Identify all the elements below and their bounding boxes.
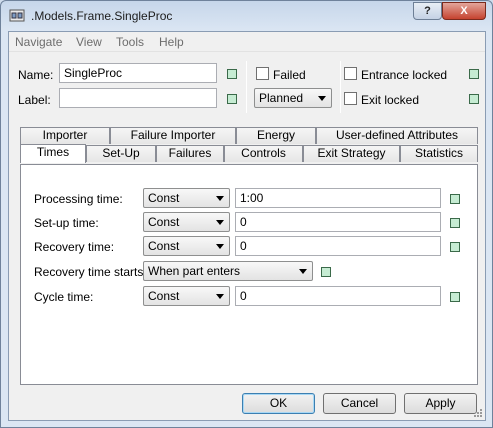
setup-time-label: Set-up time: [34,216,99,230]
dialog-client: Navigate View Tools Help Name: SinglePro… [8,31,486,421]
chevron-down-icon [216,220,224,225]
status-value: Planned [259,91,304,105]
tab-user-defined-attributes[interactable]: User-defined Attributes [316,127,478,144]
recovery-time-type: Const [148,239,180,253]
tab-energy[interactable]: Energy [236,127,316,144]
recovery-time-starts-value: When part enters [148,264,241,278]
label-field[interactable] [59,88,217,108]
menu-bar: Navigate View Tools Help [9,32,485,52]
cycle-time-label: Cycle time: [34,290,94,304]
failed-checkbox[interactable] [256,67,269,80]
processing-time-label: Processing time: [34,192,123,206]
label-inherit-indicator[interactable] [227,94,237,104]
tab-importer[interactable]: Importer [20,127,110,144]
ok-button[interactable]: OK [242,393,315,414]
exit-locked-label: Exit locked [361,93,420,107]
processing-time-indicator[interactable] [450,194,460,204]
processing-time-field[interactable]: 1:00 [235,188,441,208]
processing-time-type-select[interactable]: Const [143,188,230,208]
cycle-time-indicator[interactable] [450,292,460,302]
setup-time-type-select[interactable]: Const [143,212,230,232]
cycle-time-type: Const [148,289,180,303]
times-panel: Processing time: Const 1:00 Set-up time:… [20,164,478,385]
menu-view[interactable]: View [76,35,102,49]
tab-statistics[interactable]: Statistics [400,145,478,162]
label-label: Label: [18,93,51,107]
title-bar: .Models.Frame.SingleProc ? X [1,1,492,31]
recovery-time-indicator[interactable] [450,242,460,252]
setup-time-type: Const [148,215,180,229]
apply-button[interactable]: Apply [404,393,477,414]
recovery-time-type-select[interactable]: Const [143,236,230,256]
menu-navigate[interactable]: Navigate [15,35,62,49]
tab-failure-importer[interactable]: Failure Importer [110,127,236,144]
chevron-down-icon [216,294,224,299]
entrance-locked-checkbox[interactable] [344,67,357,80]
help-button[interactable]: ? [413,2,442,20]
failed-label: Failed [273,68,306,82]
cycle-time-type-select[interactable]: Const [143,286,230,306]
resize-grip-icon[interactable] [473,408,483,418]
dialog-window: .Models.Frame.SingleProc ? X Navigate Vi… [0,0,493,428]
chevron-down-icon [299,269,307,274]
tab-exit-strategy[interactable]: Exit Strategy [303,145,400,162]
status-select[interactable]: Planned [254,88,332,108]
setup-time-indicator[interactable] [450,218,460,228]
exit-locked-indicator[interactable] [469,94,479,104]
cycle-time-field[interactable]: 0 [235,286,441,306]
tab-controls[interactable]: Controls [224,145,303,162]
recovery-time-field[interactable]: 0 [235,236,441,256]
setup-time-field[interactable]: 0 [235,212,441,232]
recovery-time-label: Recovery time: [34,240,115,254]
menu-tools[interactable]: Tools [116,35,144,49]
chevron-down-icon [318,96,326,101]
name-inherit-indicator[interactable] [227,69,237,79]
tab-set-up[interactable]: Set-Up [86,145,156,162]
recovery-time-starts-select[interactable]: When part enters [143,261,313,281]
processing-time-type: Const [148,191,180,205]
header-divider [246,61,247,113]
menu-help[interactable]: Help [159,35,184,49]
window-title: .Models.Frame.SingleProc [31,9,173,23]
tab-times[interactable]: Times [20,144,86,163]
app-icon [9,9,25,22]
name-label: Name: [18,68,54,82]
recovery-time-starts-label: Recovery time starts: [34,265,147,279]
entrance-locked-indicator[interactable] [469,69,479,79]
entrance-locked-label: Entrance locked [361,68,448,82]
header-divider-2 [340,61,341,113]
name-field[interactable]: SingleProc [59,63,217,83]
chevron-down-icon [216,196,224,201]
recovery-time-starts-indicator[interactable] [321,267,331,277]
cancel-button[interactable]: Cancel [323,393,396,414]
close-button[interactable]: X [442,2,486,20]
chevron-down-icon [216,244,224,249]
tab-failures[interactable]: Failures [156,145,224,162]
exit-locked-checkbox[interactable] [344,92,357,105]
